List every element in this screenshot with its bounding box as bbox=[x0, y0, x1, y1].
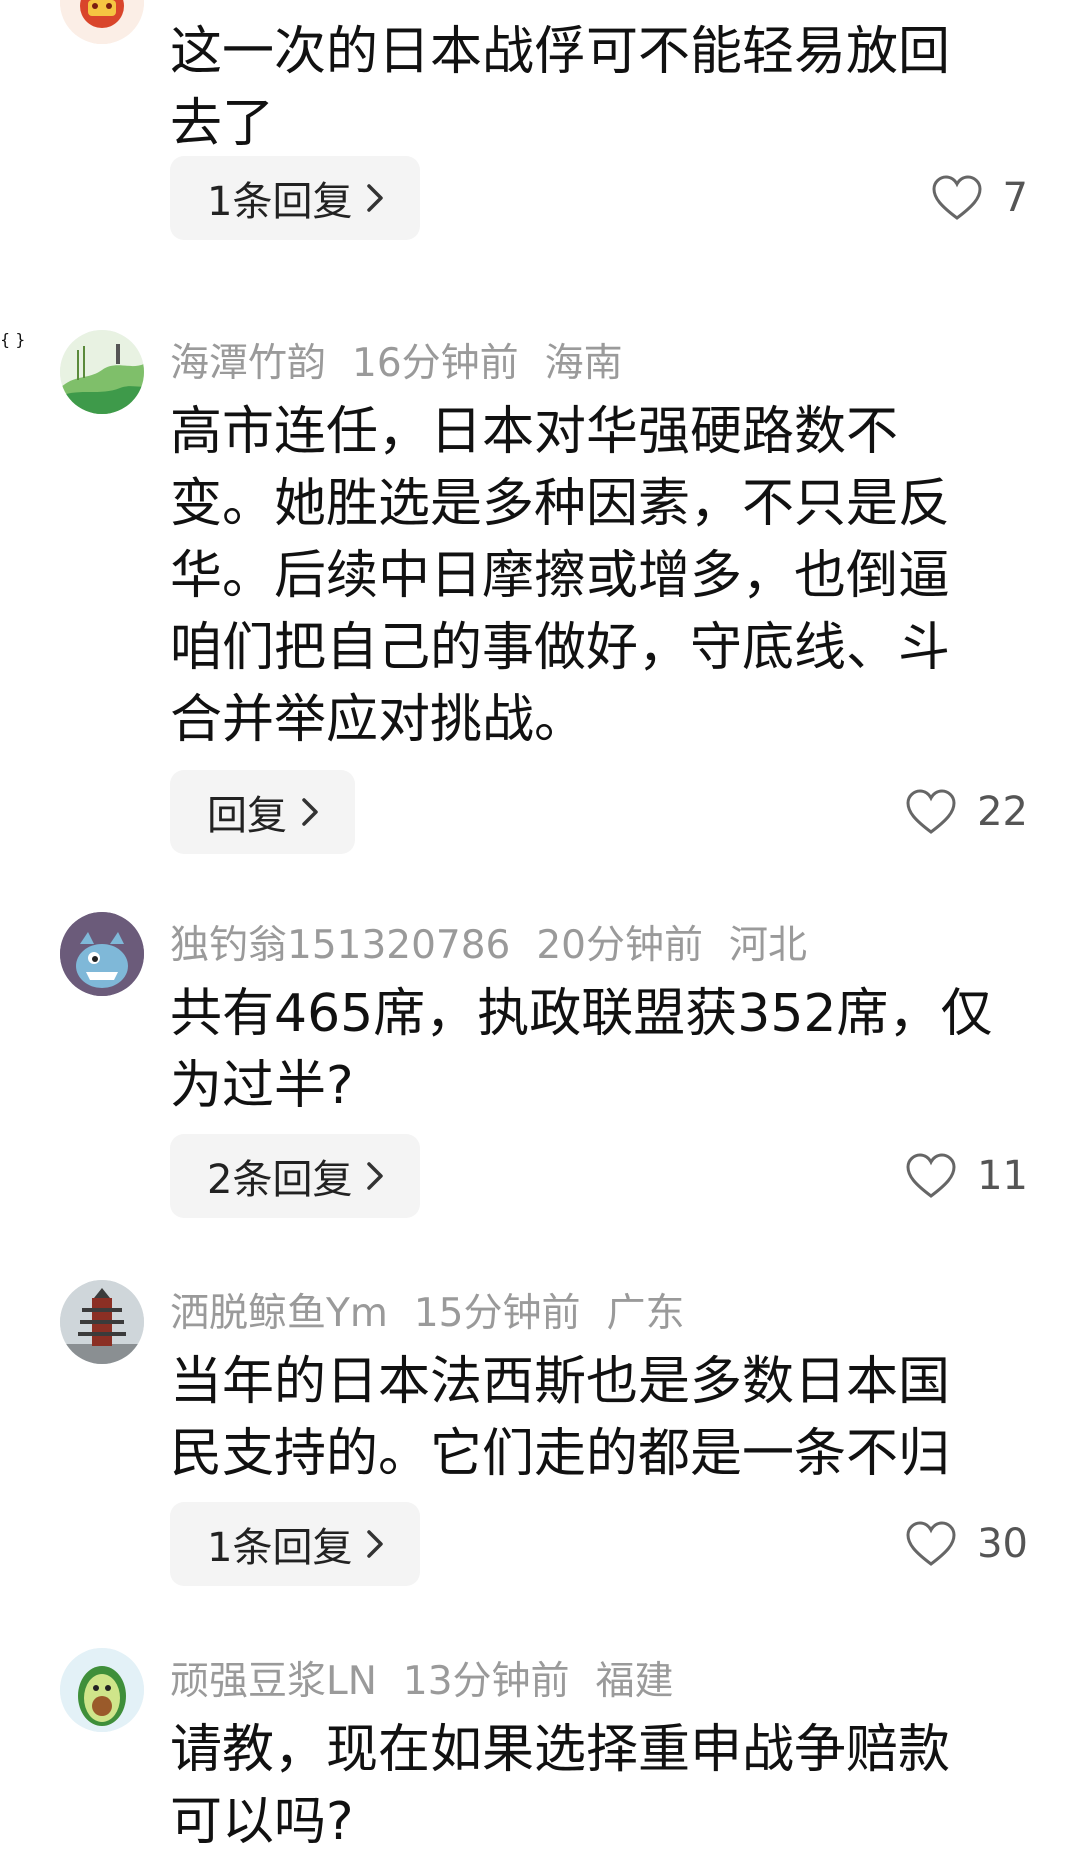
comment-meta: 海潭竹韵 16分钟前 海南 bbox=[170, 336, 649, 392]
reply-label: 2条回复 bbox=[207, 1157, 353, 1203]
like-count: 30 bbox=[977, 1521, 1028, 1567]
username[interactable]: 独钓翁151320786 bbox=[170, 923, 510, 968]
heart-icon bbox=[906, 1153, 956, 1198]
heart-icon bbox=[906, 789, 956, 834]
red-crest-avatar-icon bbox=[60, 0, 144, 44]
reply-label: 回复 bbox=[207, 793, 287, 839]
like-button[interactable]: 7 bbox=[931, 156, 1028, 240]
location: 广东 bbox=[606, 1291, 685, 1336]
username[interactable]: 洒脱鲸鱼Ym bbox=[170, 1291, 388, 1336]
reply-label: 1条回复 bbox=[207, 1525, 353, 1571]
reply-label: 1条回复 bbox=[207, 179, 353, 225]
timestamp: 16分钟前 bbox=[352, 341, 519, 386]
comment-item: 独钓翁151320786 20分钟前 河北 共有465席，执政联盟获352席，仅为过… bbox=[0, 912, 1080, 1242]
avatar[interactable] bbox=[60, 1280, 144, 1364]
like-button[interactable]: 22 bbox=[905, 770, 1028, 854]
comment-text: 共有465席，执政联盟获352席，仅为过半? bbox=[170, 984, 993, 1116]
timestamp: 13分钟前 bbox=[402, 1659, 570, 1704]
comment-meta: 顽强豆浆LN 13分钟前 福建 bbox=[170, 1654, 700, 1710]
comment-item: 这一次的日本战俘可不能轻易放回去了 1条回复 7 bbox=[0, 0, 1080, 280]
like-count: 22 bbox=[977, 789, 1028, 835]
location: 河北 bbox=[728, 923, 807, 968]
avocado-avatar-icon bbox=[60, 1648, 144, 1732]
username[interactable]: 顽强豆浆LN bbox=[170, 1659, 377, 1704]
blue-monster-avatar-icon bbox=[60, 912, 144, 996]
avatar[interactable] bbox=[60, 912, 144, 996]
location: 福建 bbox=[595, 1659, 674, 1704]
comment-text: 请教，现在如果选择重申战争赔款可以吗? bbox=[170, 1720, 951, 1852]
like-count: 11 bbox=[977, 1153, 1028, 1199]
reply-button[interactable]: 1条回复 bbox=[170, 156, 421, 240]
comment-item: 海潭竹韵 16分钟前 海南 高市连任，日本对华强硬路数不变。她胜选是多种因素，不只是… bbox=[0, 330, 1080, 854]
chevron-right-icon bbox=[367, 1530, 384, 1558]
comment-meta: 洒脱鲸鱼Ym 15分钟前 广东 bbox=[170, 1286, 710, 1342]
comment-feed: 这一次的日本战俘可不能轻易放回去了 1条回复 7 海潭竹韵 16分钟前 海南 高市连… bbox=[0, 0, 1080, 1852]
reply-button[interactable]: 1条回复 bbox=[170, 1502, 421, 1586]
avatar[interactable] bbox=[60, 330, 144, 414]
like-button[interactable]: 11 bbox=[905, 1134, 1028, 1218]
comment-item: 顽强豆浆LN 13分钟前 福建 请教，现在如果选择重申战争赔款可以吗? bbox=[0, 1648, 1080, 1852]
reply-button[interactable]: 2条回复 bbox=[170, 1134, 421, 1218]
chevron-right-icon bbox=[367, 184, 384, 212]
avatar[interactable] bbox=[60, 1648, 144, 1732]
comment-item: 洒脱鲸鱼Ym 15分钟前 广东 当年的日本法西斯也是多数日本国民支持的。它们走的都是… bbox=[0, 1280, 1080, 1610]
timestamp: 15分钟前 bbox=[413, 1291, 581, 1336]
like-button[interactable]: 30 bbox=[905, 1502, 1028, 1586]
chevron-right-icon bbox=[367, 1162, 384, 1190]
comment-text: 当年的日本法西斯也是多数日本国民支持的。它们走的都是一条不归 bbox=[170, 1352, 951, 1484]
heart-icon bbox=[906, 1521, 956, 1566]
comment-text: 这一次的日本战俘可不能轻易放回去了 bbox=[170, 22, 951, 154]
username[interactable]: 海潭竹韵 bbox=[170, 341, 326, 386]
pagoda-avatar-icon bbox=[60, 1280, 144, 1364]
avatar[interactable] bbox=[60, 0, 144, 44]
reply-button[interactable]: 回复 bbox=[170, 770, 355, 854]
comment-text: 高市连任，日本对华强硬路数不变。她胜选是多种因素，不只是反华。后续中日摩擦或增多… bbox=[170, 402, 951, 750]
chevron-right-icon bbox=[302, 798, 318, 826]
location: 海南 bbox=[544, 341, 623, 386]
like-count: 7 bbox=[1002, 175, 1028, 221]
heart-icon bbox=[932, 175, 982, 220]
landscape-painting-avatar-icon bbox=[60, 330, 144, 414]
comment-meta: 独钓翁151320786 20分钟前 河北 bbox=[170, 918, 833, 974]
timestamp: 20分钟前 bbox=[536, 923, 703, 968]
